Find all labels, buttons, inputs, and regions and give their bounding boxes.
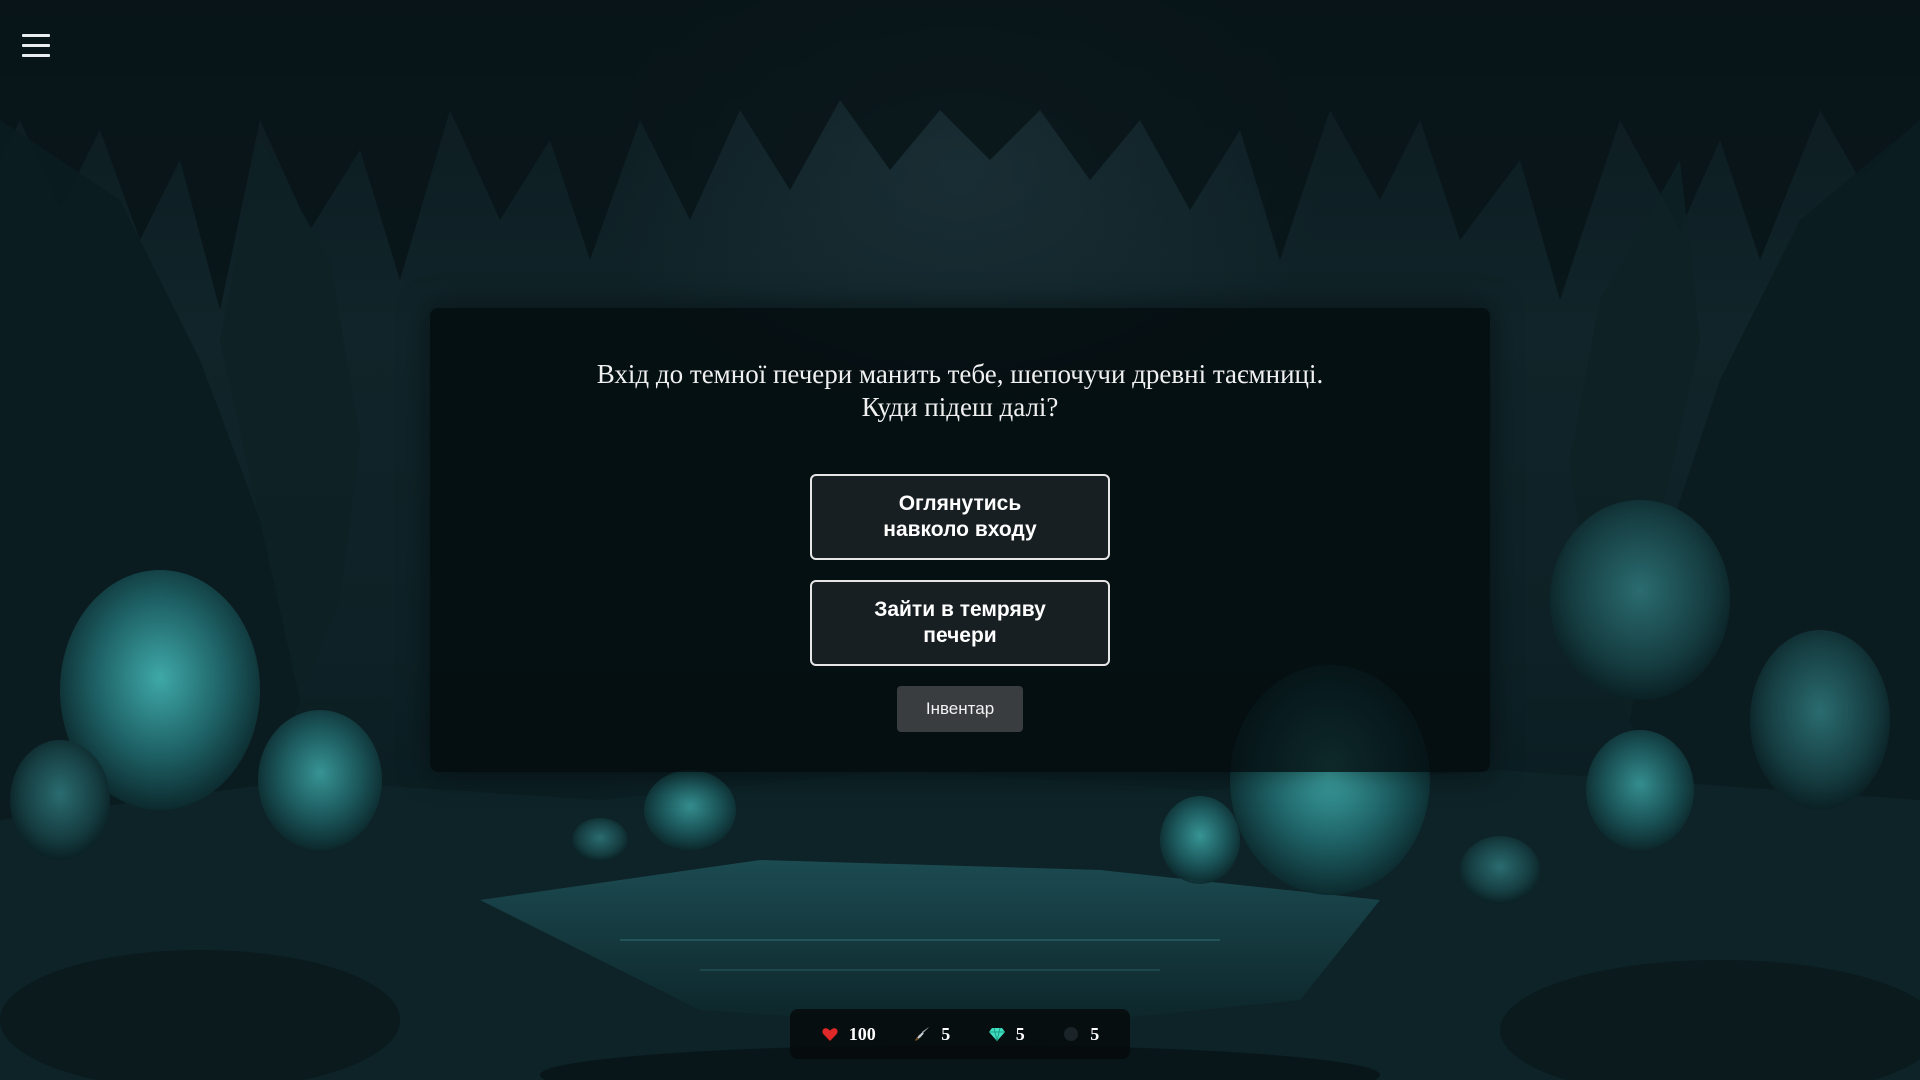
menu-line: [22, 54, 50, 57]
story-line-2: Куди підеш далі?: [861, 392, 1059, 422]
stat-shadow: 5: [1062, 1024, 1099, 1045]
sword-icon: [915, 1027, 930, 1041]
hamburger-menu-icon[interactable]: [22, 32, 50, 60]
choice-label-line: Зайти в темряву: [874, 598, 1046, 621]
choice-button-look-around[interactable]: Оглянутись навколо входу: [810, 474, 1110, 560]
gem-icon: [988, 1027, 1005, 1042]
story-dialog: Вхід до темної печери манить тебе, шепоч…: [430, 308, 1490, 772]
inventory-button[interactable]: Інвентар: [897, 686, 1023, 732]
stat-attack: 5: [913, 1024, 950, 1045]
choice-label-line: навколо входу: [883, 518, 1037, 541]
stat-shadow-value: 5: [1090, 1023, 1100, 1044]
stat-gems-value: 5: [1015, 1023, 1025, 1044]
choice-label-line: печери: [923, 624, 997, 647]
menu-line: [22, 44, 50, 47]
stat-attack-value: 5: [941, 1023, 951, 1044]
choice-label-line: Оглянутись: [898, 492, 1022, 515]
game-scene: Вхід до темної печери манить тебе, шепоч…: [0, 0, 1920, 1080]
stat-gems: 5: [988, 1024, 1025, 1045]
story-text: Вхід до темної печери манить тебе, шепоч…: [510, 358, 1410, 424]
menu-line: [22, 34, 50, 37]
choice-button-enter-darkness[interactable]: Зайти в темряву печери: [810, 580, 1110, 666]
stat-health-value: 100: [848, 1023, 876, 1044]
stat-health: 100: [821, 1024, 876, 1045]
stats-bar: 100 5 5 5: [790, 1009, 1130, 1059]
story-line-1: Вхід до темної печери манить тебе, шепоч…: [596, 359, 1324, 389]
shadow-icon: [1064, 1027, 1079, 1041]
heart-icon: [822, 1028, 838, 1041]
